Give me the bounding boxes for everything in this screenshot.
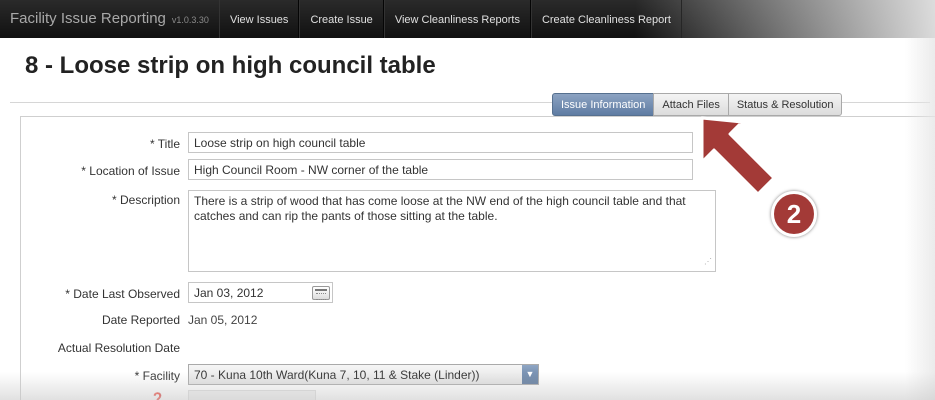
date-observed-label: * Date Last Observed bbox=[65, 287, 180, 301]
title-label: * Title bbox=[149, 137, 180, 151]
description-field[interactable]: There is a strip of wood that has come l… bbox=[188, 190, 716, 272]
arrow-icon bbox=[700, 116, 776, 196]
description-label: * Description bbox=[111, 193, 180, 207]
nav-create-cleanliness-report[interactable]: Create Cleanliness Report bbox=[530, 0, 682, 38]
app-version: v1.0.3.30 bbox=[171, 15, 209, 25]
description-text: There is a strip of wood that has come l… bbox=[194, 194, 686, 223]
date-reported-value: Jan 05, 2012 bbox=[188, 313, 258, 327]
priority-select[interactable] bbox=[188, 390, 316, 400]
date-reported-label: Date Reported bbox=[101, 313, 180, 327]
facility-selected-value: 70 - Kuna 10th Ward(Kuna 7, 10, 11 & Sta… bbox=[194, 368, 480, 382]
brand[interactable]: Facility Issue Reporting v1.0.3.30 bbox=[0, 0, 219, 38]
title-field[interactable]: Loose strip on high council table bbox=[188, 132, 693, 153]
nav-view-cleanliness-reports[interactable]: View Cleanliness Reports bbox=[383, 0, 531, 38]
arrow-shape bbox=[700, 116, 776, 196]
priority-help-icon: ❓ bbox=[150, 392, 165, 400]
actual-resolution-label: Actual Resolution Date bbox=[57, 341, 180, 355]
calendar-icon[interactable] bbox=[312, 286, 330, 300]
page-title: 8 - Loose strip on high council table bbox=[25, 52, 436, 79]
chevron-down-icon[interactable]: ▼ bbox=[522, 365, 538, 384]
location-field[interactable]: High Council Room - NW corner of the tab… bbox=[188, 159, 693, 180]
facility-select[interactable]: 70 - Kuna 10th Ward(Kuna 7, 10, 11 & Sta… bbox=[188, 364, 539, 385]
app-title: Facility Issue Reporting bbox=[10, 10, 166, 27]
tab-issue-information[interactable]: Issue Information bbox=[552, 93, 655, 116]
facility-label: * Facility bbox=[134, 369, 180, 383]
resize-grip-icon[interactable]: ⋰ bbox=[704, 254, 712, 269]
step-badge: 2 bbox=[771, 191, 817, 237]
location-label: * Location of Issue bbox=[81, 164, 180, 178]
nav-create-issue[interactable]: Create Issue bbox=[299, 0, 384, 38]
top-navbar: Facility Issue Reporting v1.0.3.30 View … bbox=[0, 0, 935, 38]
nav-view-issues[interactable]: View Issues bbox=[218, 0, 300, 38]
